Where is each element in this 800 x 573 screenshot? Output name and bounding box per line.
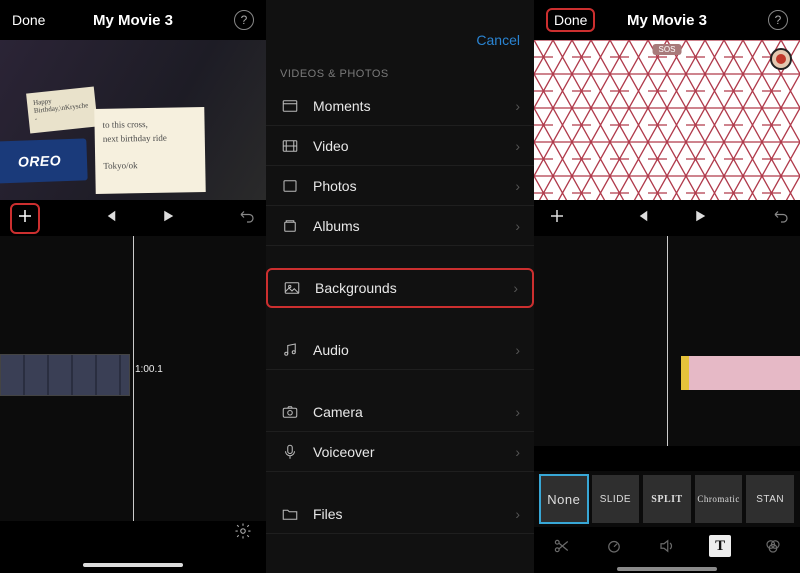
row-label: Files [313,506,501,522]
prev-button[interactable] [101,207,119,230]
row-voiceover[interactable]: Voiceover › [266,432,534,472]
section-header: VIDEOS & PHOTOS [266,60,534,86]
chevron-right-icon: › [515,98,520,114]
row-label: Camera [313,404,501,420]
handwritten-note: to this cross, next birthday ride Tokyo/… [94,107,205,194]
home-indicator[interactable] [617,567,717,571]
picker-header: Cancel [266,0,534,60]
row-label: Video [313,138,501,154]
home-indicator[interactable] [83,563,183,567]
image-icon [282,279,301,298]
title-effects-strip: None SLIDE SPLIT Chromatic STAN [534,471,800,527]
chevron-right-icon: › [515,404,520,420]
header: Done My Movie 3 ? [534,0,800,40]
oreo-package: OREO [0,138,88,183]
fx-split[interactable]: SPLIT [643,475,691,523]
playhead[interactable] [667,236,668,446]
row-audio[interactable]: Audio › [266,330,534,370]
editor-panel-right: Done My Movie 3 ? SOS [534,0,800,573]
row-files[interactable]: Files › [266,494,534,534]
video-clip[interactable] [0,354,130,396]
row-moments[interactable]: Moments › [266,86,534,126]
text-tool-icon[interactable]: T [709,535,731,557]
header: Done My Movie 3 ? [0,0,266,40]
row-label: Backgrounds [315,280,499,296]
timeline[interactable] [534,236,800,446]
cut-tool-icon[interactable] [550,535,572,557]
row-video[interactable]: Video › [266,126,534,166]
tool-row: T [534,529,800,563]
row-label: Albums [313,218,501,234]
row-albums[interactable]: Albums › [266,206,534,246]
chevron-right-icon: › [515,218,520,234]
media-picker-panel: Cancel VIDEOS & PHOTOS Moments › Video ›… [266,0,534,573]
row-label: Audio [313,342,501,358]
timeline[interactable]: 1:00.1 [0,236,266,536]
add-media-button[interactable] [544,203,570,234]
triangle-pattern [534,40,800,200]
help-icon[interactable]: ? [768,10,788,30]
audio-icon [280,340,299,359]
volume-tool-icon[interactable] [656,535,678,557]
folder-icon [280,504,299,523]
transport-bar [534,200,800,236]
prev-button[interactable] [633,207,651,230]
camera-icon [280,402,299,421]
video-preview[interactable]: Happy Birthday,\nKrysche - OREO to this … [0,40,266,200]
birthday-card: Happy Birthday,\nKrysche - [26,87,98,134]
chevron-right-icon: › [515,342,520,358]
play-button[interactable] [691,207,709,230]
play-button[interactable] [159,207,177,230]
editor-panel-left: Done My Movie 3 ? Happy Birthday,\nKrysc… [0,0,266,573]
chevron-right-icon: › [515,138,520,154]
color-badge-icon[interactable] [770,48,792,70]
row-label: Moments [313,98,501,114]
fx-slide[interactable]: SLIDE [592,475,640,523]
row-backgrounds[interactable]: Backgrounds › [266,268,534,308]
moments-icon [280,96,299,115]
cancel-button[interactable]: Cancel [476,32,520,48]
fx-chromatic[interactable]: Chromatic [695,475,743,523]
row-label: Voiceover [313,444,501,460]
albums-icon [280,216,299,235]
clip-duration: 1:00.1 [135,364,163,375]
photos-icon [280,176,299,195]
row-camera[interactable]: Camera › [266,392,534,432]
filters-tool-icon[interactable] [762,535,784,557]
playhead[interactable] [133,236,134,536]
speed-tool-icon[interactable] [603,535,625,557]
chevron-right-icon: › [515,506,520,522]
video-icon [280,136,299,155]
bottom-bar [0,521,266,573]
add-media-button[interactable] [10,203,40,234]
background-clip[interactable] [689,356,800,390]
settings-icon[interactable] [234,522,252,545]
done-button[interactable]: Done [546,8,595,32]
row-photos[interactable]: Photos › [266,166,534,206]
help-icon[interactable]: ? [234,10,254,30]
undo-button[interactable] [772,207,790,230]
chevron-right-icon: › [515,178,520,194]
video-preview[interactable]: SOS [534,40,800,200]
row-label: Photos [313,178,501,194]
undo-button[interactable] [238,207,256,230]
sos-badge: SOS [653,44,682,55]
done-button[interactable]: Done [12,12,45,28]
chevron-right-icon: › [513,280,518,296]
fx-standard[interactable]: STAN [746,475,794,523]
mic-icon [280,442,299,461]
transport-bar [0,200,266,236]
fx-none[interactable]: None [540,475,588,523]
chevron-right-icon: › [515,444,520,460]
